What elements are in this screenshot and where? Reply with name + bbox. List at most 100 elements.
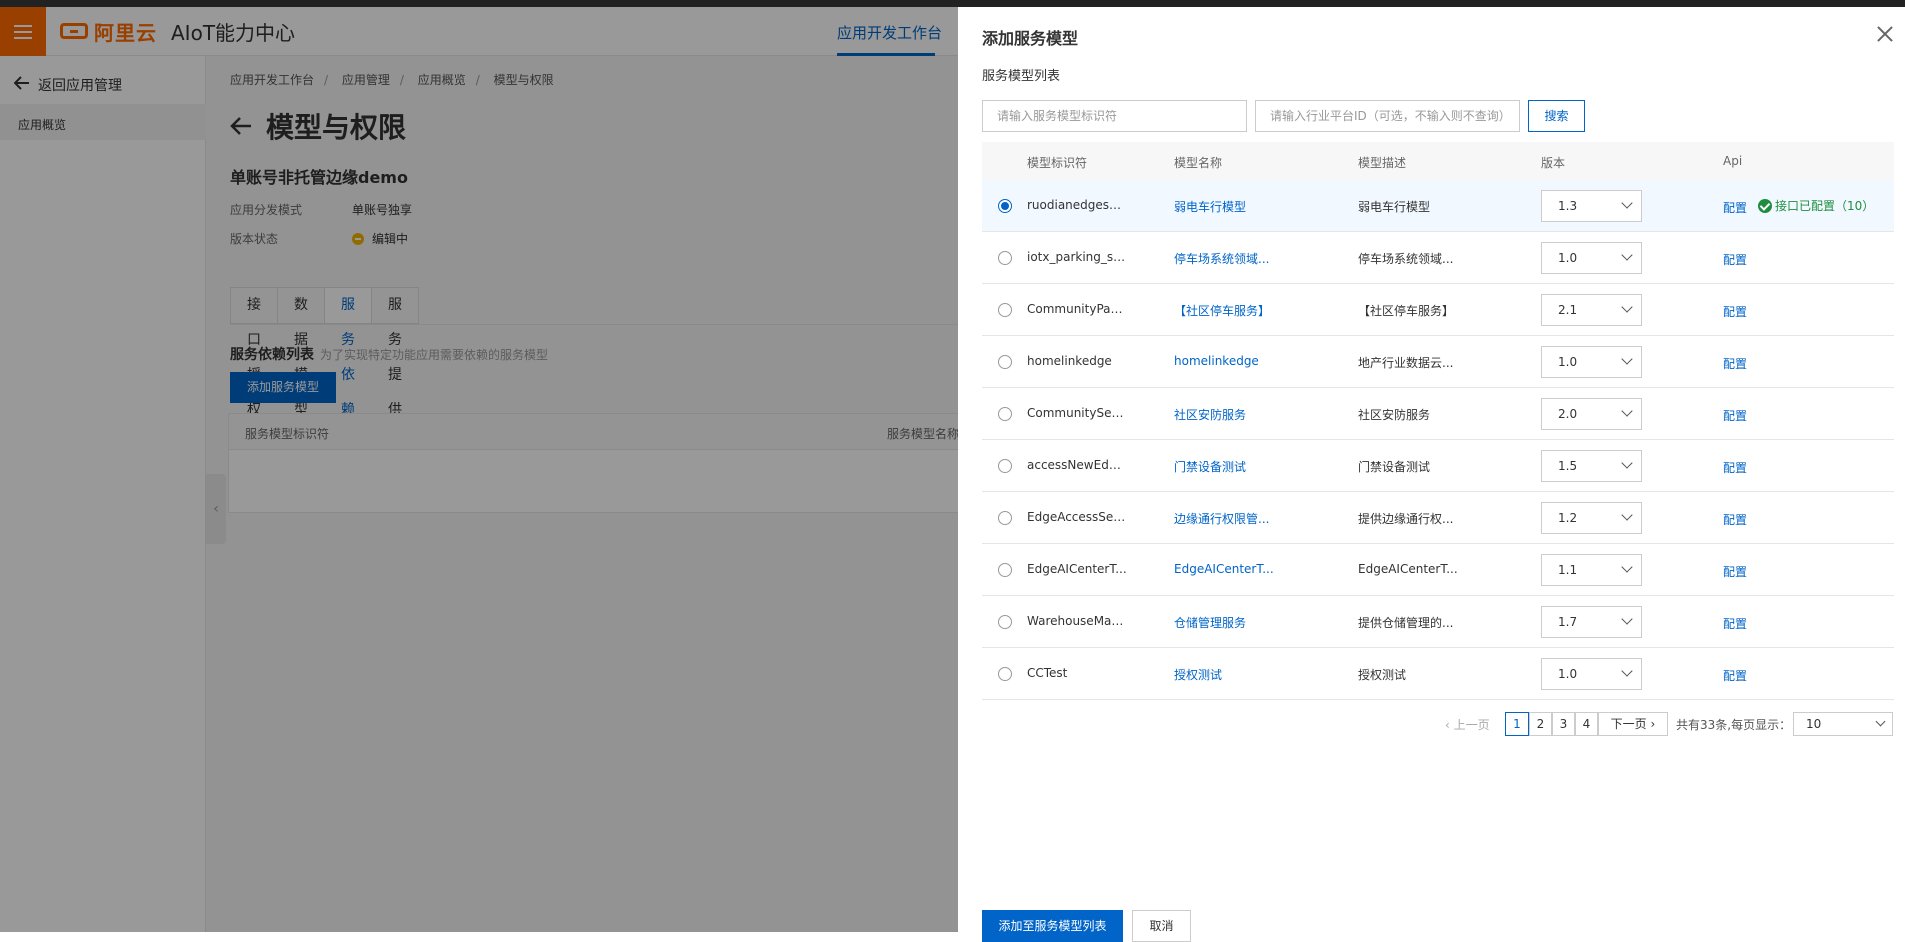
version-select[interactable]: 1.5 (1541, 450, 1642, 482)
config-link[interactable]: 配置 (1723, 355, 1747, 372)
api-configured-status: 接口已配置（10） (1758, 197, 1874, 214)
table-row[interactable]: CCTest 授权测试 授权测试 1.0 配置 (982, 648, 1894, 700)
model-name-link[interactable]: homelinkedge (1174, 354, 1274, 368)
table-row[interactable]: EdgeAICenterT... EdgeAICenterT... EdgeAI… (982, 544, 1894, 596)
chevron-down-icon (1621, 665, 1633, 677)
model-name-link[interactable]: 【社区停车服务】 (1174, 302, 1274, 319)
chevron-down-icon (1621, 613, 1633, 625)
model-id: EdgeAICenterT... (1027, 562, 1127, 576)
row-radio[interactable] (998, 199, 1012, 213)
platform-id-search-input[interactable]: 请输入行业平台ID（可选，不输入则不查询） (1255, 100, 1520, 132)
version-value: 1.3 (1558, 199, 1578, 213)
page-button[interactable]: 2 (1529, 712, 1552, 736)
search-button[interactable]: 搜索 (1528, 100, 1585, 132)
prev-page-button[interactable]: ‹ 上一页 (1445, 716, 1490, 733)
model-name-link[interactable]: 弱电车行模型 (1174, 198, 1274, 215)
config-link[interactable]: 配置 (1723, 459, 1747, 476)
add-service-model-drawer: 添加服务模型 服务模型列表 请输入服务模型标识符 请输入行业平台ID（可选，不输… (958, 7, 1905, 942)
config-link[interactable]: 配置 (1723, 615, 1747, 632)
page-button[interactable]: 3 (1552, 712, 1575, 736)
table-row[interactable]: WarehouseMan... 仓储管理服务 提供仓储管理的... 1.7 配置 (982, 596, 1894, 648)
config-link[interactable]: 配置 (1723, 251, 1747, 268)
column-header: 模型标识符 (1027, 156, 1088, 170)
chevron-down-icon (1621, 301, 1633, 313)
model-id: WarehouseMan... (1027, 614, 1127, 628)
model-id: EdgeAccessSer... (1027, 510, 1127, 524)
total-count-text: 共有33条,每页显示： (1676, 718, 1792, 732)
model-name-link[interactable]: 授权测试 (1174, 666, 1274, 683)
row-radio[interactable] (998, 355, 1012, 369)
model-id-search-input[interactable]: 请输入服务模型标识符 (982, 100, 1247, 132)
model-name-link[interactable]: 门禁设备测试 (1174, 458, 1274, 475)
config-link[interactable]: 配置 (1723, 667, 1747, 684)
drawer-subtitle: 服务模型列表 (982, 69, 1061, 84)
cancel-button[interactable]: 取消 (1132, 910, 1191, 942)
model-desc: 提供边缘通行权... (1358, 512, 1454, 526)
model-name-link[interactable]: 社区安防服务 (1174, 406, 1274, 423)
pagination: ‹ 上一页 1 2 3 4 下一页 › 共有33条,每页显示： 10 (958, 712, 1905, 736)
version-select[interactable]: 1.0 (1541, 242, 1642, 274)
close-icon[interactable] (1876, 25, 1894, 43)
service-model-table: 模型标识符 模型名称 模型描述 版本 Api ruodianedgeser...… (982, 142, 1894, 700)
check-circle-icon (1758, 198, 1772, 213)
table-row[interactable]: accessNewEdg... 门禁设备测试 门禁设备测试 1.5 配置 (982, 440, 1894, 492)
version-value: 1.0 (1558, 355, 1578, 369)
model-name-link[interactable]: 停车场系统领域... (1174, 250, 1274, 267)
chevron-down-icon (1621, 249, 1633, 261)
model-desc: 社区安防服务 (1358, 408, 1431, 422)
drawer-title: 添加服务模型 (982, 29, 1079, 48)
version-value: 1.0 (1558, 667, 1578, 681)
model-desc: EdgeAICenterT... (1358, 562, 1458, 576)
version-select[interactable]: 1.0 (1541, 658, 1642, 690)
api-status-text: 接口已配置（10） (1775, 199, 1875, 213)
model-name-link[interactable]: 仓储管理服务 (1174, 614, 1274, 631)
table-row[interactable]: CommunityPark... 【社区停车服务】 【社区停车服务】 2.1 配… (982, 284, 1894, 336)
config-link[interactable]: 配置 (1723, 407, 1747, 424)
table-row[interactable]: homelinkedge homelinkedge 地产行业数据云... 1.0… (982, 336, 1894, 388)
page-size-select[interactable]: 10 (1793, 712, 1893, 736)
config-link[interactable]: 配置 (1723, 563, 1747, 580)
page-button-current[interactable]: 1 (1505, 712, 1529, 736)
config-link[interactable]: 配置 (1723, 511, 1747, 528)
model-desc: 门禁设备测试 (1358, 460, 1431, 474)
row-radio[interactable] (998, 563, 1012, 577)
version-select[interactable]: 2.0 (1541, 398, 1642, 430)
model-desc: 提供仓储管理的... (1358, 616, 1454, 630)
model-id: iotx_parking_se... (1027, 250, 1127, 264)
table-row[interactable]: iotx_parking_se... 停车场系统领域... 停车场系统领域...… (982, 232, 1894, 284)
page-button[interactable]: 4 (1575, 712, 1598, 736)
version-select[interactable]: 1.7 (1541, 606, 1642, 638)
prev-label: 上一页 (1453, 718, 1490, 732)
chevron-down-icon (1875, 716, 1886, 727)
row-radio[interactable] (998, 407, 1012, 421)
model-name-link[interactable]: EdgeAICenterT... (1174, 562, 1274, 576)
config-link[interactable]: 配置 (1723, 303, 1747, 320)
row-radio[interactable] (998, 511, 1012, 525)
version-value: 1.1 (1558, 563, 1578, 577)
model-id: ruodianedgeser... (1027, 198, 1127, 212)
chevron-down-icon (1621, 561, 1633, 573)
row-radio[interactable] (998, 303, 1012, 317)
version-select[interactable]: 1.0 (1541, 346, 1642, 378)
row-radio[interactable] (998, 251, 1012, 265)
page-size-value: 10 (1806, 717, 1822, 731)
version-select[interactable]: 1.2 (1541, 502, 1642, 534)
chevron-down-icon (1621, 405, 1633, 417)
version-select[interactable]: 1.1 (1541, 554, 1642, 586)
table-row[interactable]: ruodianedgeser... 弱电车行模型 弱电车行模型 1.3 配置 接… (982, 180, 1894, 232)
version-select[interactable]: 2.1 (1541, 294, 1642, 326)
table-row[interactable]: EdgeAccessSer... 边缘通行权限管... 提供边缘通行权... 1… (982, 492, 1894, 544)
next-page-button[interactable]: 下一页 › (1598, 712, 1668, 736)
version-value: 2.0 (1558, 407, 1578, 421)
row-radio[interactable] (998, 615, 1012, 629)
version-select[interactable]: 1.3 (1541, 190, 1642, 222)
row-radio[interactable] (998, 459, 1012, 473)
chevron-down-icon (1621, 197, 1633, 209)
model-name-link[interactable]: 边缘通行权限管... (1174, 510, 1274, 527)
table-row[interactable]: CommunitySec... 社区安防服务 社区安防服务 2.0 配置 (982, 388, 1894, 440)
chevron-down-icon (1621, 509, 1633, 521)
add-to-list-button[interactable]: 添加至服务模型列表 (982, 910, 1123, 942)
config-link[interactable]: 配置 (1723, 199, 1747, 216)
column-header: 模型描述 (1358, 156, 1407, 170)
row-radio[interactable] (998, 667, 1012, 681)
